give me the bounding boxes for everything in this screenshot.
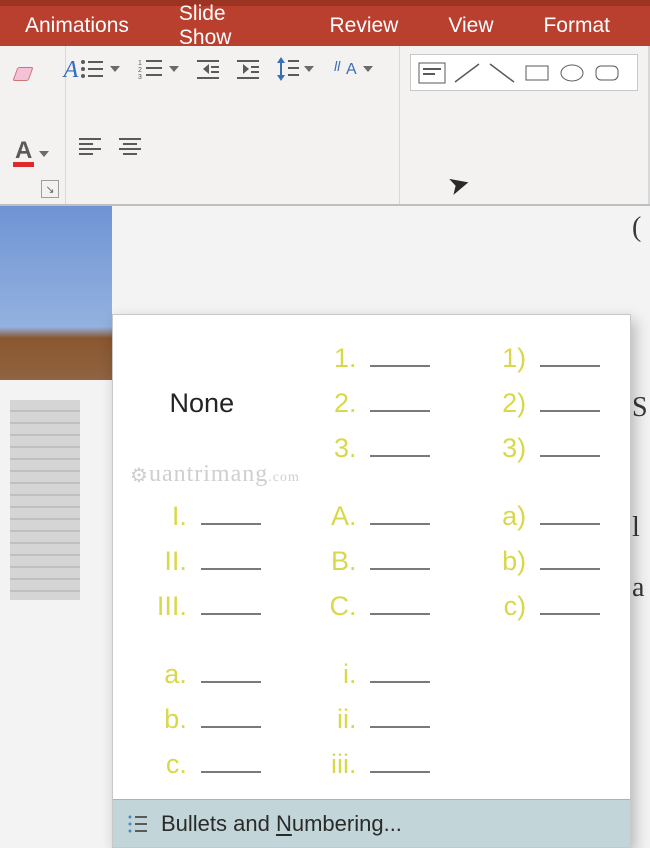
none-label: None <box>170 388 235 419</box>
numbering-option-upper-alpha[interactable]: A. B. C. <box>293 491 451 631</box>
bullets-and-numbering-label: Bullets and Numbering... <box>161 811 402 837</box>
tab-view[interactable]: View <box>423 6 518 46</box>
font-color-button[interactable]: A <box>10 138 52 169</box>
shape-rectangle[interactable] <box>520 59 553 86</box>
shape-line-diag1[interactable] <box>450 59 483 86</box>
numbering-option-lower-roman[interactable]: i. ii. iii. <box>293 649 451 789</box>
numbering-button[interactable]: 1 2 3 <box>135 56 182 82</box>
decrease-indent-icon <box>197 58 219 80</box>
tab-format[interactable]: Format <box>518 6 650 46</box>
bullets-and-numbering-menu-item[interactable]: Bullets and Numbering... <box>113 799 630 847</box>
numbering-option-lower-alpha-dot[interactable]: a. b. c. <box>123 649 281 789</box>
increase-indent-button[interactable] <box>234 56 262 82</box>
font-color-icon: A <box>13 140 34 167</box>
shape-oval[interactable] <box>555 59 588 86</box>
numbering-option-lower-alpha-paren[interactable]: a) b) c) <box>462 491 620 631</box>
decrease-indent-button[interactable] <box>194 56 222 82</box>
svg-text:1: 1 <box>138 60 142 67</box>
shape-textbox[interactable] <box>415 59 448 86</box>
ribbon-toolbar: A A ↘ 1 2 <box>0 46 650 206</box>
bullets-and-numbering-icon <box>127 814 149 834</box>
tab-slide-show[interactable]: Slide Show <box>154 6 305 46</box>
eraser-icon <box>13 59 39 81</box>
numbered-list-icon: 1 2 3 <box>138 58 164 80</box>
text-effects-button[interactable]: A <box>54 54 88 86</box>
shape-rounded-rect[interactable] <box>590 59 623 86</box>
text-direction-button[interactable]: ll A <box>329 54 376 84</box>
numbering-option-none[interactable]: None <box>123 333 281 473</box>
line-spacing-icon <box>277 57 299 81</box>
shape-line-diag2[interactable] <box>485 59 518 86</box>
text-effects-icon: A <box>57 56 85 84</box>
tab-animations[interactable]: Animations <box>0 6 154 46</box>
chevron-down-icon <box>363 66 373 72</box>
chevron-down-icon <box>169 66 179 72</box>
svg-text:A: A <box>346 61 357 78</box>
slide-text-peek: ( S l a e <box>632 198 650 658</box>
increase-indent-icon <box>237 58 259 80</box>
numbering-option-decimal-dot[interactable]: 1. 2. 3. <box>293 333 451 473</box>
ribbon-tab-row: Animations Slide Show Review View Format <box>0 0 650 46</box>
svg-text:ll: ll <box>334 58 341 74</box>
numbering-option-upper-roman[interactable]: I. II. III. <box>123 491 281 631</box>
numbering-option-decimal-paren[interactable]: 1) 2) 3) <box>462 333 620 473</box>
align-left-button[interactable] <box>76 136 104 158</box>
font-dialog-launcher[interactable]: ↘ <box>41 180 59 198</box>
slide-thumbnail-building <box>0 380 115 640</box>
shapes-gallery[interactable] <box>410 54 638 91</box>
numbering-dropdown-panel: None 1. 2. 3. 1) 2) 3) I. II. III. <box>112 314 631 848</box>
numbering-option-blank <box>462 649 620 789</box>
clear-formatting-button[interactable] <box>10 57 42 83</box>
text-direction-icon: ll A <box>332 56 358 82</box>
chevron-down-icon <box>39 151 49 157</box>
svg-text:3: 3 <box>138 74 142 80</box>
align-center-button[interactable] <box>116 136 144 158</box>
chevron-down-icon <box>110 66 120 72</box>
tab-review[interactable]: Review <box>304 6 423 46</box>
line-spacing-button[interactable] <box>274 55 317 83</box>
svg-text:2: 2 <box>138 67 142 74</box>
chevron-down-icon <box>304 66 314 72</box>
